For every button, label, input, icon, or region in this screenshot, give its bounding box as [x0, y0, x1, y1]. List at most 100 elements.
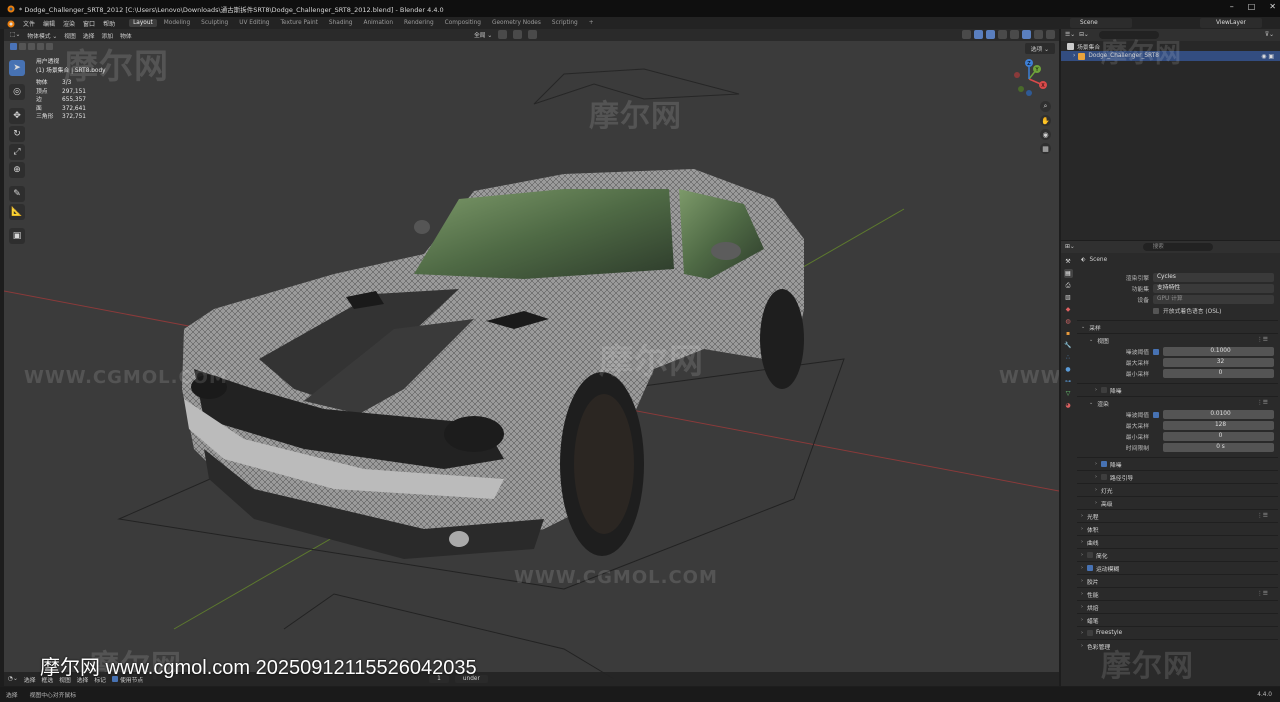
tab-sculpting[interactable]: Sculpting: [197, 19, 232, 27]
scene-selector[interactable]: Scene: [1070, 18, 1132, 28]
view-layer-selector[interactable]: ViewLayer: [1200, 18, 1262, 28]
select-invert-icon[interactable]: [37, 43, 44, 50]
properties-editor-icon[interactable]: ⊞⌄: [1065, 244, 1075, 250]
menu-render[interactable]: 渲染: [63, 19, 75, 28]
particles-tab-icon[interactable]: ∴: [1064, 353, 1073, 362]
tab-compositing[interactable]: Compositing: [441, 19, 485, 27]
transform-orientation-dropdown[interactable]: 全局 ⌄: [474, 30, 492, 39]
pan-hand-icon[interactable]: ✋: [1040, 115, 1051, 126]
snap-icon[interactable]: [513, 30, 523, 39]
noise-threshold-checkbox[interactable]: [1153, 411, 1159, 418]
select-box-tool-icon[interactable]: ➤: [9, 60, 25, 76]
constraints-tab-icon[interactable]: ⊶: [1064, 377, 1073, 386]
visibility-eye-icon[interactable]: ◉ ▣: [1261, 53, 1274, 60]
outliner-editor-icon[interactable]: ☰⌄: [1065, 32, 1075, 38]
min-samples-input[interactable]: 0: [1163, 369, 1274, 378]
section-bake[interactable]: › 烘焙: [1077, 600, 1278, 613]
subsection-render[interactable]: ⌄ 渲染 ⋮☰: [1077, 396, 1278, 409]
noise-threshold-input[interactable]: 0.0100: [1163, 410, 1274, 419]
select-menu[interactable]: 选择: [83, 31, 95, 40]
tab-layout[interactable]: Layout: [129, 19, 157, 27]
subsection-path-guiding[interactable]: › 路径引导: [1077, 470, 1278, 483]
max-samples-input[interactable]: 128: [1163, 421, 1274, 430]
close-button[interactable]: ✕: [1269, 2, 1276, 11]
list-icon[interactable]: ⋮☰: [1257, 400, 1268, 406]
section-film[interactable]: › 胶片: [1077, 574, 1278, 587]
wireframe-shading-icon[interactable]: [1010, 30, 1019, 39]
select-intersect-icon[interactable]: [46, 43, 53, 50]
tab-modeling[interactable]: Modeling: [160, 19, 194, 27]
featureset-dropdown[interactable]: 支持特性: [1153, 284, 1274, 293]
timeline-editor-icon[interactable]: ◔⌄: [8, 676, 18, 682]
proportional-edit-icon[interactable]: [528, 30, 538, 39]
view-menu[interactable]: 视图: [64, 31, 76, 40]
rendered-shading-icon[interactable]: [1046, 30, 1055, 39]
menu-file[interactable]: 文件: [23, 19, 35, 28]
navigation-gizmo[interactable]: X Y Z: [1007, 57, 1051, 101]
noise-threshold-checkbox[interactable]: [1153, 348, 1159, 355]
blender-menu-icon[interactable]: [6, 19, 15, 28]
subsection-viewport-denoise[interactable]: › 降噪: [1077, 383, 1278, 396]
editor-type-button[interactable]: ⬚⌄: [10, 32, 20, 38]
tool-tab-icon[interactable]: ⚒: [1064, 257, 1073, 266]
footer-item[interactable]: 选择: [24, 675, 36, 684]
menu-edit[interactable]: 编辑: [43, 19, 55, 28]
rotate-tool-icon[interactable]: ↻: [9, 126, 25, 142]
list-icon[interactable]: ⋮☰: [1257, 337, 1268, 343]
measure-tool-icon[interactable]: 📐: [9, 204, 25, 220]
material-shading-icon[interactable]: [1034, 30, 1043, 39]
tab-uv-editing[interactable]: UV Editing: [235, 19, 273, 27]
menu-help[interactable]: 帮助: [103, 19, 115, 28]
visibility-icon[interactable]: [962, 30, 971, 39]
material-tab-icon[interactable]: ◕: [1064, 401, 1073, 410]
render-tab-icon[interactable]: ▤: [1063, 269, 1073, 278]
object-menu[interactable]: 物体: [120, 31, 132, 40]
zoom-icon[interactable]: ⌕: [1040, 101, 1051, 112]
data-tab-icon[interactable]: ▽: [1064, 389, 1073, 398]
world-tab-icon[interactable]: ◍: [1064, 317, 1073, 326]
render-engine-dropdown[interactable]: Cycles: [1153, 273, 1274, 282]
menu-window[interactable]: 窗口: [83, 19, 95, 28]
list-icon[interactable]: ⋮☰: [1257, 513, 1268, 519]
select-new-icon[interactable]: [10, 43, 17, 50]
minimize-button[interactable]: –: [1230, 2, 1234, 11]
tab-geometry-nodes[interactable]: Geometry Nodes: [488, 19, 545, 27]
select-subtract-icon[interactable]: [28, 43, 35, 50]
min-samples-input[interactable]: 0: [1163, 432, 1274, 441]
select-extend-icon[interactable]: [19, 43, 26, 50]
section-curves[interactable]: › 曲线: [1077, 535, 1278, 548]
camera-view-icon[interactable]: ◉: [1040, 129, 1051, 140]
add-menu[interactable]: 添加: [101, 31, 113, 40]
view-layer-tab-icon[interactable]: ▧: [1064, 293, 1073, 302]
scale-tool-icon[interactable]: ⤢: [9, 144, 25, 160]
tab-shading[interactable]: Shading: [325, 19, 357, 27]
annotate-tool-icon[interactable]: ✎: [9, 186, 25, 202]
osl-checkbox[interactable]: [1153, 307, 1159, 314]
pivot-icon[interactable]: [498, 30, 508, 39]
perspective-toggle-icon[interactable]: ▦: [1040, 143, 1051, 154]
section-freestyle[interactable]: › Freestyle: [1077, 626, 1278, 639]
tab-texture-paint[interactable]: Texture Paint: [277, 19, 322, 27]
section-motion-blur[interactable]: › 运动模糊: [1077, 561, 1278, 574]
max-samples-input[interactable]: 32: [1163, 358, 1274, 367]
mode-dropdown[interactable]: 物体模式 ⌄: [27, 31, 57, 40]
gizmo-toggle-icon[interactable]: [974, 30, 983, 39]
subsection-denoise[interactable]: › 降噪: [1077, 457, 1278, 470]
section-sampling[interactable]: ⌄ 采样: [1077, 320, 1278, 333]
filter-icon[interactable]: ⊽⌄: [1265, 32, 1274, 38]
subsection-viewport[interactable]: ⌄ 视图 ⋮☰: [1077, 333, 1278, 346]
time-limit-input[interactable]: 0 s: [1163, 443, 1274, 452]
tab-animation[interactable]: Animation: [359, 19, 397, 27]
output-tab-icon[interactable]: ⎙: [1064, 281, 1073, 290]
add-workspace-button[interactable]: +: [585, 19, 598, 27]
properties-search-input[interactable]: 搜索: [1142, 243, 1213, 251]
3d-viewport[interactable]: 摩尔网 WWW.CGMOL.COM 摩尔网 WWW.CGMOL.COM 摩尔网 …: [4, 29, 1059, 686]
object-tab-icon[interactable]: ▪: [1064, 329, 1073, 338]
cursor-tool-icon[interactable]: ◎: [9, 84, 25, 100]
section-simplify[interactable]: › 简化: [1077, 548, 1278, 561]
section-volumes[interactable]: › 体积: [1077, 522, 1278, 535]
physics-tab-icon[interactable]: ●: [1064, 365, 1073, 374]
overlay-toggle-icon[interactable]: [986, 30, 995, 39]
device-dropdown[interactable]: GPU 计算: [1153, 295, 1274, 304]
tab-rendering[interactable]: Rendering: [400, 19, 438, 27]
